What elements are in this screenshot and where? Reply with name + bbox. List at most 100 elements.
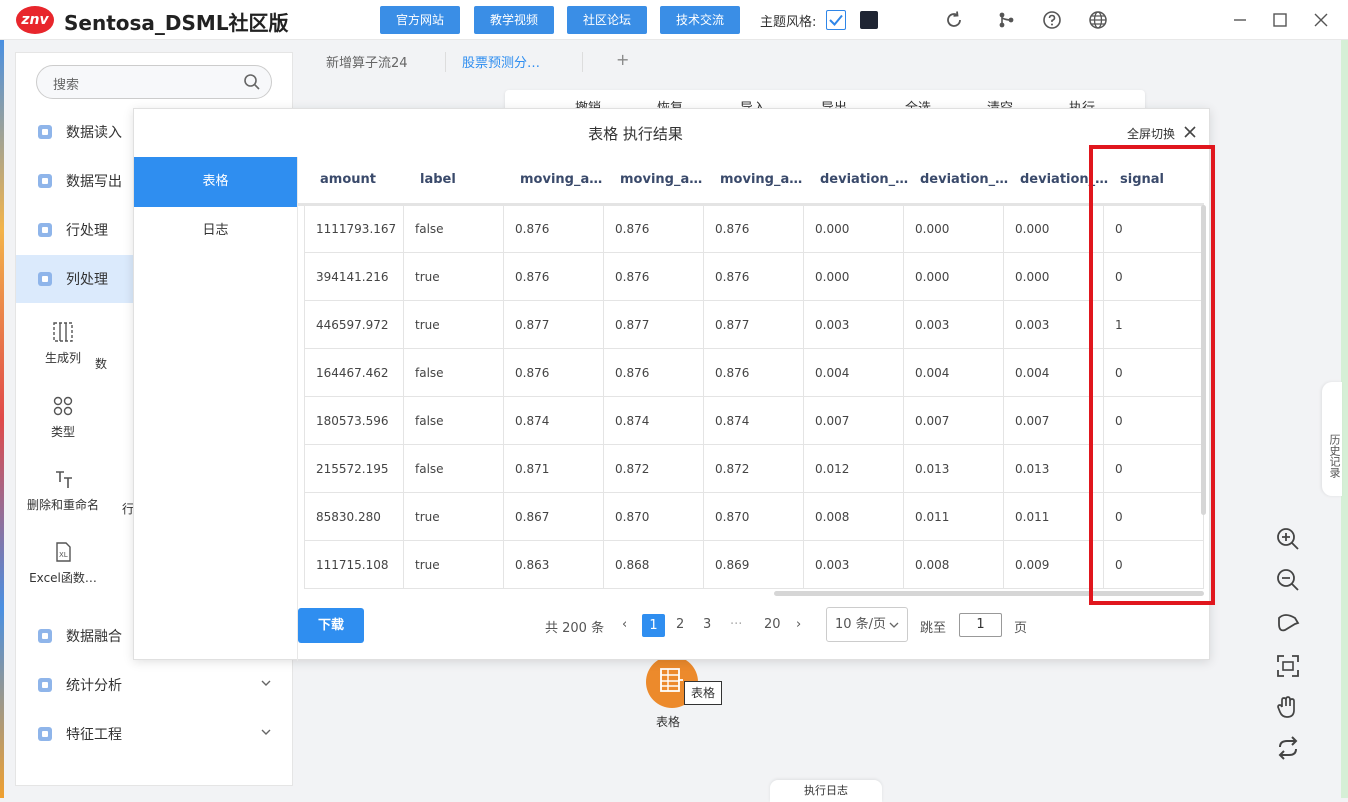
category-label: 数据读入 bbox=[66, 125, 122, 141]
column-header[interactable]: moving_a… bbox=[504, 157, 604, 203]
execution-log-tab[interactable]: 执行日志 bbox=[770, 780, 882, 802]
tutorial-video-button[interactable]: 教学视频 bbox=[474, 6, 554, 34]
column-header[interactable]: deviation_… bbox=[904, 157, 1008, 203]
table-cell: 0.867 bbox=[504, 493, 604, 541]
search-input[interactable]: 搜索 bbox=[36, 65, 272, 99]
tech-exchange-button[interactable]: 技术交流 bbox=[660, 6, 740, 34]
jump-page-input[interactable]: 1 bbox=[959, 613, 1002, 637]
theme-dark-swatch[interactable] bbox=[860, 11, 878, 29]
rename-icon bbox=[56, 471, 72, 488]
community-forum-button[interactable]: 社区论坛 bbox=[567, 6, 647, 34]
column-header[interactable]: amount bbox=[304, 157, 404, 203]
download-button[interactable]: 下载 bbox=[298, 608, 364, 643]
next-page-button[interactable]: › bbox=[796, 617, 801, 632]
column-header[interactable]: deviation_… bbox=[804, 157, 908, 203]
table-cell: 0.874 bbox=[504, 397, 604, 445]
share-icon[interactable] bbox=[996, 10, 1016, 30]
statistics-icon bbox=[38, 678, 52, 692]
table-cell: 0.007 bbox=[904, 397, 1004, 445]
sync-icon[interactable] bbox=[1275, 735, 1301, 761]
category-statistics[interactable]: 统计分析 bbox=[16, 661, 294, 709]
table-cell: 0.008 bbox=[904, 541, 1004, 589]
tab-new-flow[interactable]: 新增算子流24 bbox=[326, 52, 408, 71]
close-icon[interactable] bbox=[1183, 125, 1197, 139]
category-feature-engineering[interactable]: 特征工程 bbox=[16, 710, 294, 758]
table-cell: 0.008 bbox=[804, 493, 904, 541]
page-size-value: 10 条/页 bbox=[835, 617, 887, 632]
column-header[interactable]: label bbox=[404, 157, 504, 203]
help-icon[interactable] bbox=[1042, 10, 1062, 30]
zoom-in-icon[interactable] bbox=[1275, 526, 1301, 552]
table-cell: 0.004 bbox=[904, 349, 1004, 397]
table-cell: 0.004 bbox=[804, 349, 904, 397]
add-tab-button[interactable]: + bbox=[616, 50, 629, 69]
page-ellipsis[interactable]: ··· bbox=[730, 617, 742, 632]
official-site-button[interactable]: 官方网站 bbox=[380, 6, 460, 34]
category-label: 行处理 bbox=[66, 223, 108, 239]
page-3-button[interactable]: 3 bbox=[703, 617, 711, 632]
page-1-button[interactable]: 1 bbox=[642, 614, 665, 637]
category-label: 统计分析 bbox=[66, 678, 122, 694]
table-cell: 0.870 bbox=[604, 493, 704, 541]
table-cell: false bbox=[404, 205, 504, 253]
table-cell: 394141.216 bbox=[304, 253, 404, 301]
search-placeholder: 搜索 bbox=[53, 78, 80, 93]
page-size-select[interactable]: 10 条/页 bbox=[826, 607, 908, 642]
pan-hand-icon[interactable] bbox=[1275, 694, 1301, 720]
column-header[interactable]: moving_a… bbox=[604, 157, 704, 203]
column-processing-icon bbox=[38, 272, 52, 286]
globe-icon[interactable] bbox=[1088, 10, 1108, 30]
table-cell: true bbox=[404, 253, 504, 301]
operator-partial[interactable]: 数 bbox=[86, 349, 116, 372]
search-icon[interactable] bbox=[243, 73, 261, 91]
refresh-icon[interactable] bbox=[944, 10, 964, 30]
table-cell: true bbox=[404, 301, 504, 349]
tab-divider bbox=[582, 52, 583, 72]
node-label: 表格 bbox=[656, 715, 681, 729]
tab-log[interactable]: 日志 bbox=[134, 206, 297, 256]
tab-stock-prediction[interactable]: 股票预测分… bbox=[462, 52, 540, 71]
svg-text:XL: XL bbox=[59, 551, 68, 559]
operator-delete-rename[interactable]: 删除和重命名 bbox=[18, 468, 108, 513]
table-cell: 0.877 bbox=[604, 301, 704, 349]
page-2-button[interactable]: 2 bbox=[676, 617, 684, 632]
signal-column-highlight bbox=[1089, 145, 1215, 605]
operator-label: 数 bbox=[94, 357, 107, 371]
maximize-icon[interactable] bbox=[1270, 10, 1290, 30]
operator-excel-function[interactable]: XL Excel函数… bbox=[18, 541, 108, 586]
fullscreen-toggle[interactable]: 全屏切换 bbox=[1127, 125, 1175, 142]
data-fusion-icon bbox=[38, 629, 52, 643]
table-cell: 0.000 bbox=[804, 253, 904, 301]
check-icon bbox=[829, 14, 843, 26]
tab-table[interactable]: 表格 bbox=[134, 157, 297, 207]
column-header[interactable]: moving_a… bbox=[704, 157, 804, 203]
zoom-out-icon[interactable] bbox=[1275, 567, 1301, 593]
minimize-icon[interactable] bbox=[1230, 10, 1250, 30]
chevron-down-icon bbox=[261, 680, 271, 686]
table-cell: 0.011 bbox=[904, 493, 1004, 541]
table-cell: false bbox=[404, 397, 504, 445]
right-edge-strip bbox=[1341, 0, 1348, 798]
table-cell: 446597.972 bbox=[304, 301, 404, 349]
fit-screen-icon[interactable] bbox=[1275, 653, 1301, 679]
table-node-icon bbox=[660, 668, 683, 692]
table-cell: 0.000 bbox=[904, 205, 1004, 253]
table-cell: 0.877 bbox=[704, 301, 804, 349]
theme-label: 主题风格: bbox=[760, 15, 817, 30]
category-label: 特征工程 bbox=[66, 727, 122, 743]
page-20-button[interactable]: 20 bbox=[764, 617, 781, 632]
close-icon[interactable] bbox=[1311, 10, 1331, 30]
operator-type[interactable]: 类型 bbox=[18, 395, 108, 440]
prev-page-button[interactable]: ‹ bbox=[622, 617, 627, 632]
category-label: 数据融合 bbox=[66, 629, 122, 645]
theme-light-checkbox[interactable] bbox=[826, 10, 846, 30]
table-cell: false bbox=[404, 445, 504, 493]
table-cell: 0.003 bbox=[904, 301, 1004, 349]
chevron-down-icon bbox=[261, 729, 271, 735]
table-cell: 0.000 bbox=[904, 253, 1004, 301]
history-panel-tab[interactable]: 历史记录 bbox=[1322, 382, 1342, 496]
lasso-icon[interactable] bbox=[1275, 610, 1301, 636]
table-cell: 0.870 bbox=[704, 493, 804, 541]
table-cell: 0.003 bbox=[804, 541, 904, 589]
excel-icon: XL bbox=[56, 542, 71, 562]
